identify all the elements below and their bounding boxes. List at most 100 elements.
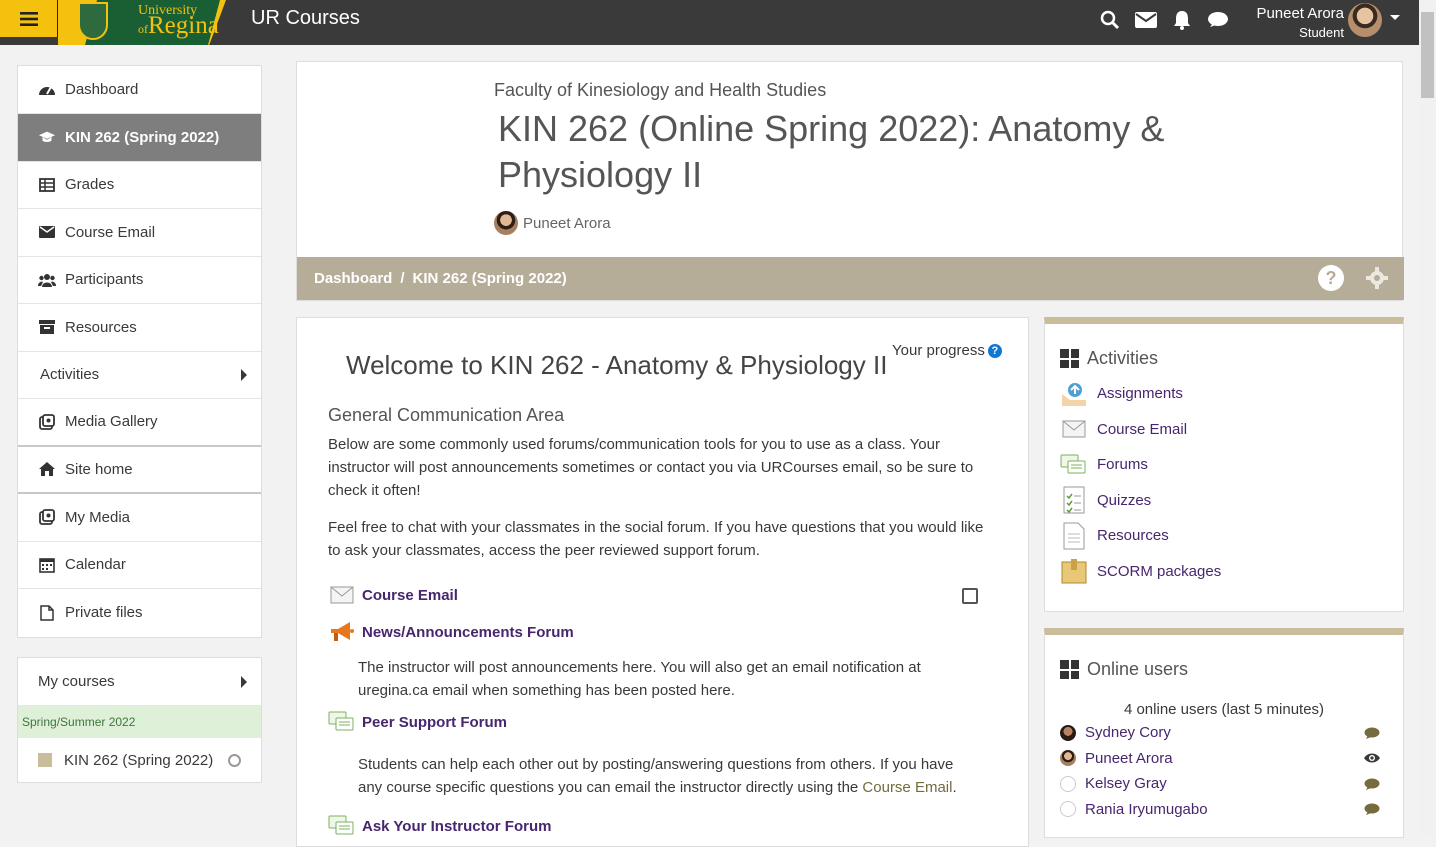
activity-description: Students can help each other out by post…	[358, 753, 978, 799]
completion-checkbox[interactable]	[962, 588, 978, 604]
online-user[interactable]: Rania Iryumugabo	[1060, 797, 1390, 823]
envelope-icon	[1060, 415, 1088, 443]
envelope-icon[interactable]	[1134, 8, 1158, 32]
site-name[interactable]: UR Courses	[251, 7, 360, 30]
activities-list: Assignments Course Email Forums Quizzes …	[1060, 376, 1390, 589]
sidebar-item-my-course[interactable]: KIN 262 (Spring 2022)	[18, 738, 261, 782]
search-icon[interactable]	[1098, 8, 1122, 32]
user-role: Student	[1299, 25, 1344, 40]
sidebar-item-site-home[interactable]: Site home	[18, 447, 261, 494]
help-icon[interactable]: ?	[987, 343, 1002, 358]
nav-drawer: Dashboard KIN 262 (Spring 2022) Grades C…	[17, 65, 262, 638]
online-user[interactable]: Puneet Arora	[1060, 746, 1390, 772]
sidebar-item-course[interactable]: KIN 262 (Spring 2022)	[18, 113, 261, 162]
course-email-link[interactable]: Course Email	[862, 779, 952, 796]
block-title-text: Online users	[1087, 659, 1189, 679]
activity-link-course-email[interactable]: Course Email	[1060, 412, 1390, 448]
sidebar-item-label: Grades	[65, 176, 115, 194]
activity-label: Quizzes	[1097, 491, 1152, 509]
online-user[interactable]: Kelsey Gray	[1060, 771, 1390, 797]
sidebar-item-grades[interactable]: Grades	[18, 162, 261, 209]
archive-icon	[38, 318, 56, 336]
message-icon[interactable]	[1364, 778, 1380, 790]
message-icon[interactable]	[1364, 727, 1380, 739]
topbar-icons	[1098, 8, 1230, 32]
activity-peer-forum[interactable]: Peer Support Forum	[328, 710, 507, 734]
activity-news-forum[interactable]: News/Announcements Forum	[328, 620, 574, 644]
welcome-heading: Welcome to KIN 262 - Anatomy & Physiolog…	[346, 350, 888, 380]
dashboard-icon	[38, 80, 56, 98]
avatar	[1060, 775, 1076, 792]
chat-icon[interactable]	[1206, 8, 1230, 32]
activity-link-resources[interactable]: Resources	[1060, 518, 1390, 554]
message-icon[interactable]	[1364, 803, 1380, 816]
activity-link-scorm[interactable]: SCORM packages	[1060, 554, 1390, 590]
sidebar-item-label: Resources	[65, 318, 137, 336]
crest-icon	[78, 2, 108, 40]
quiz-icon	[1060, 486, 1088, 514]
menu-toggle-button[interactable]	[0, 0, 58, 37]
block-title: Activities	[1060, 348, 1158, 369]
sidebar-item-dashboard[interactable]: Dashboard	[18, 66, 261, 114]
sidebar-item-activities[interactable]: Activities	[18, 352, 261, 399]
sidebar-item-label: KIN 262 (Spring 2022)	[64, 751, 214, 769]
activity-label: Ask Your Instructor Forum	[362, 817, 552, 835]
faculty-name: Faculty of Kinesiology and Health Studie…	[494, 80, 827, 100]
course-content: Welcome to KIN 262 - Anatomy & Physiolog…	[296, 317, 1029, 847]
sidebar-item-private-files[interactable]: Private files	[18, 589, 261, 637]
top-navbar: University ofRegina UR Courses Puneet Ar…	[0, 0, 1419, 45]
activity-link-assignments[interactable]: Assignments	[1060, 376, 1390, 412]
eye-icon[interactable]	[1364, 752, 1380, 764]
activity-link-forums[interactable]: Forums	[1060, 447, 1390, 483]
sidebar-item-my-media[interactable]: My Media	[18, 494, 261, 542]
sidebar-item-participants[interactable]: Participants	[18, 257, 261, 304]
sidebar-item-resources[interactable]: Resources	[18, 304, 261, 352]
media-icon	[38, 508, 56, 526]
activities-block: Activities Assignments Course Email Foru…	[1044, 317, 1404, 612]
activity-label: News/Announcements Forum	[362, 623, 574, 641]
progress-label: Your progress	[892, 342, 985, 359]
scrollbar[interactable]	[1419, 0, 1436, 836]
grid-icon	[1060, 349, 1079, 368]
teacher-link[interactable]: Puneet Arora	[494, 211, 611, 235]
sidebar-item-label: Calendar	[65, 556, 126, 574]
megaphone-icon	[328, 620, 356, 644]
scrollbar-thumb[interactable]	[1421, 12, 1434, 98]
my-courses-toggle[interactable]: My courses	[18, 658, 261, 706]
sidebar-item-label: Participants	[65, 271, 144, 289]
breadcrumb-course[interactable]: KIN 262 (Spring 2022)	[413, 270, 567, 287]
chevron-right-icon	[241, 368, 247, 381]
hamburger-icon	[19, 11, 38, 26]
grid-icon	[1060, 660, 1079, 679]
forum-icon	[328, 710, 356, 734]
sidebar-item-calendar[interactable]: Calendar	[18, 542, 261, 589]
activity-link-quizzes[interactable]: Quizzes	[1060, 483, 1390, 519]
file-icon	[38, 604, 56, 622]
sidebar-item-media-gallery[interactable]: Media Gallery	[18, 399, 261, 447]
bell-icon[interactable]	[1170, 8, 1194, 32]
home-icon	[38, 460, 56, 478]
breadcrumb-dashboard[interactable]: Dashboard	[314, 270, 392, 287]
users-icon	[38, 271, 56, 289]
avatar	[1060, 724, 1076, 741]
sidebar-item-label: My Media	[65, 508, 131, 526]
file-icon	[1060, 522, 1088, 550]
teacher-name: Puneet Arora	[523, 214, 611, 232]
sidebar-item-course-email[interactable]: Course Email	[18, 209, 261, 257]
assignment-icon	[1060, 380, 1088, 408]
activity-label: Course Email	[1097, 420, 1188, 438]
online-user[interactable]: Sydney Cory	[1060, 720, 1390, 746]
gear-icon[interactable]	[1366, 267, 1388, 289]
activity-label: Course Email	[362, 586, 458, 604]
user-name: Sydney Cory	[1085, 724, 1171, 742]
activity-course-email[interactable]: Course Email	[328, 583, 458, 607]
avatar	[1060, 801, 1076, 818]
user-menu[interactable]: Puneet Arora Student	[1256, 4, 1344, 42]
activity-description: The instructor will post announcements h…	[358, 659, 921, 699]
avatar[interactable]	[1348, 3, 1382, 37]
help-icon[interactable]: ?	[1318, 265, 1344, 291]
sidebar-item-label: KIN 262 (Spring 2022)	[65, 128, 220, 146]
activity-ask-instructor-forum[interactable]: Ask Your Instructor Forum	[328, 814, 551, 838]
sidebar-item-label: Site home	[65, 460, 133, 478]
chevron-down-icon[interactable]	[1390, 15, 1400, 20]
